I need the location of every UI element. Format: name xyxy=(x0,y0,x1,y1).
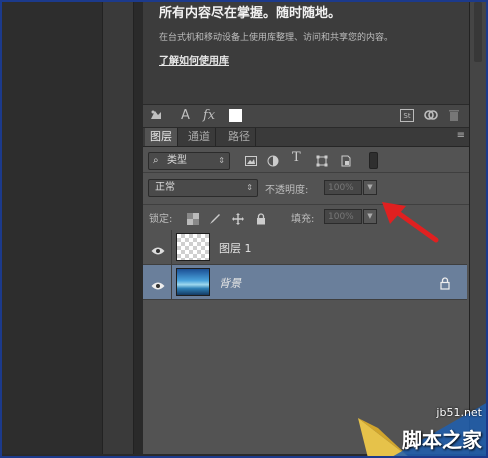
lock-transparent-pixels-icon[interactable] xyxy=(187,210,199,225)
add-graphic-icon[interactable] xyxy=(149,108,163,124)
scrollbar[interactable] xyxy=(474,2,482,62)
lock-position-icon[interactable] xyxy=(232,210,244,225)
blend-mode-label: 正常 xyxy=(155,182,175,193)
right-scroll-strip xyxy=(470,2,486,454)
fill-input[interactable]: 100% xyxy=(324,209,362,224)
pixel-layer-filter-icon[interactable] xyxy=(245,152,257,166)
trash-icon[interactable] xyxy=(448,108,460,124)
visibility-eye-icon[interactable] xyxy=(151,276,165,290)
type-layer-filter-icon[interactable]: T xyxy=(292,150,304,165)
watermark: jb51.net 脚本之家 xyxy=(350,388,488,458)
libraries-heading: 所有内容尽在掌握。随时随地。 xyxy=(159,6,342,21)
shape-layer-filter-icon[interactable] xyxy=(316,152,328,167)
add-layer-style-icon[interactable]: fx xyxy=(203,108,215,124)
creative-cloud-icon[interactable] xyxy=(423,108,439,124)
lock-all-icon[interactable] xyxy=(255,210,267,225)
chevron-updown-icon: ⇕ xyxy=(246,183,253,192)
smart-object-filter-icon[interactable] xyxy=(340,152,352,167)
tab-paths[interactable]: 路径 xyxy=(223,128,256,146)
libraries-panel: 所有内容尽在掌握。随时随地。 在台式机和移动设备上使用库整理、访问和共享您的内容… xyxy=(143,2,469,104)
add-color-icon[interactable] xyxy=(229,109,242,122)
layer-filter-row: ⌕ 类型 ⇕ T xyxy=(143,148,469,173)
learn-libraries-link[interactable]: 了解如何使用库 xyxy=(159,52,229,67)
filter-kind-label: 类型 xyxy=(167,155,187,166)
search-icon: ⌕ xyxy=(153,155,159,166)
layer-lock-icon[interactable] xyxy=(439,275,451,290)
add-character-style-icon[interactable]: A xyxy=(181,108,190,124)
panel-menu-icon[interactable]: ≡ xyxy=(457,130,465,141)
canvas-area xyxy=(2,2,102,454)
blend-mode-select[interactable]: 正常 ⇕ xyxy=(148,179,258,197)
lock-label: 锁定: xyxy=(149,214,173,225)
left-panel-strip xyxy=(102,2,134,454)
layer-thumbnail xyxy=(176,268,210,296)
chevron-updown-icon: ⇕ xyxy=(218,156,225,165)
layers-panel-tabs: 图层 通道 路径 ≡ xyxy=(143,128,469,147)
tab-layers[interactable]: 图层 xyxy=(145,128,178,146)
tab-channels[interactable]: 通道 xyxy=(183,128,216,146)
layer-name[interactable]: 背景 xyxy=(219,275,241,291)
libraries-toolbar: A fx St xyxy=(143,104,469,128)
annotation-arrow-icon xyxy=(382,202,439,243)
layer-name[interactable]: 图层 1 xyxy=(219,240,252,256)
filter-kind-select[interactable]: ⌕ 类型 ⇕ xyxy=(148,152,230,170)
lock-image-pixels-icon[interactable] xyxy=(209,210,221,224)
opacity-dropdown-button[interactable]: ▼ xyxy=(363,180,377,195)
adjustment-layer-filter-icon[interactable] xyxy=(267,152,279,167)
visibility-eye-icon[interactable] xyxy=(151,241,165,255)
layer-thumbnail xyxy=(176,233,210,261)
stock-icon[interactable]: St xyxy=(400,109,414,122)
filter-toggle-switch[interactable] xyxy=(369,152,378,169)
watermark-url: jb51.net xyxy=(436,406,482,419)
opacity-input[interactable]: 100% xyxy=(324,180,362,195)
opacity-label: 不透明度: xyxy=(265,185,309,196)
fill-dropdown-button[interactable]: ▼ xyxy=(363,209,377,224)
fill-label: 填充: xyxy=(291,214,315,225)
layer-row-selected[interactable]: 背景 xyxy=(143,265,467,300)
libraries-description: 在台式机和移动设备上使用库整理、访问和共享您的内容。 xyxy=(159,33,394,43)
watermark-text: 脚本之家 xyxy=(402,428,482,452)
